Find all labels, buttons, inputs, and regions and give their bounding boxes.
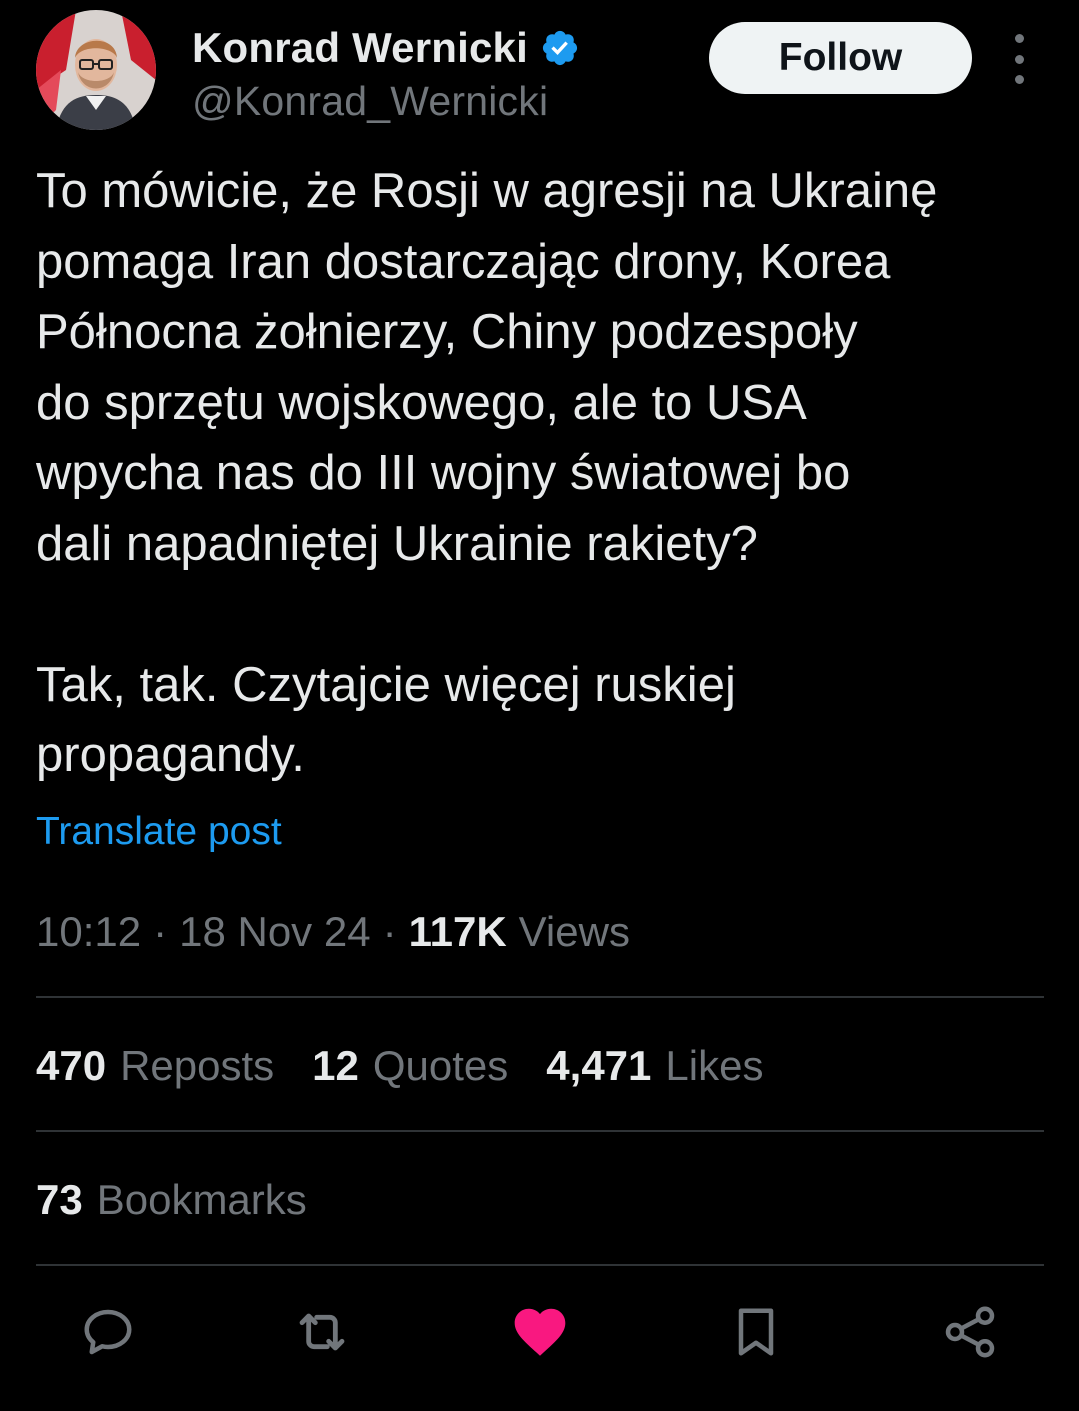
display-name[interactable]: Konrad Wernicki bbox=[192, 24, 528, 72]
reposts-count: 470 bbox=[36, 1042, 107, 1089]
quotes-label: Quotes bbox=[372, 1042, 509, 1089]
reply-icon[interactable] bbox=[76, 1300, 140, 1364]
post-date[interactable]: 18 Nov 24 bbox=[179, 908, 370, 956]
author-names: Konrad Wernicki @Konrad_Wernicki bbox=[192, 22, 580, 125]
translate-post-link[interactable]: Translate post bbox=[36, 810, 282, 854]
likes-stat[interactable]: 4,471 Likes bbox=[546, 1042, 763, 1090]
repost-icon[interactable] bbox=[290, 1300, 354, 1364]
quotes-count: 12 bbox=[312, 1042, 359, 1089]
post-text: To mówicie, że Rosji w agresji na Ukrain… bbox=[36, 164, 938, 782]
meta-separator: · bbox=[153, 908, 168, 955]
follow-button[interactable]: Follow bbox=[709, 22, 972, 94]
verified-badge-icon[interactable] bbox=[540, 28, 580, 68]
avatar[interactable] bbox=[36, 10, 156, 130]
divider bbox=[36, 1264, 1044, 1266]
post-header: Konrad Wernicki @Konrad_Wernicki Follow bbox=[36, 10, 1044, 134]
divider bbox=[36, 1130, 1044, 1132]
divider bbox=[36, 996, 1044, 998]
likes-label: Likes bbox=[665, 1042, 764, 1089]
views-count[interactable]: 117K bbox=[409, 908, 507, 956]
bookmarks-count: 73 bbox=[36, 1176, 83, 1223]
views-label[interactable]: Views bbox=[519, 908, 630, 956]
meta-separator: · bbox=[382, 908, 397, 955]
reposts-label: Reposts bbox=[120, 1042, 275, 1089]
reposts-stat[interactable]: 470 Reposts bbox=[36, 1042, 274, 1090]
like-icon[interactable] bbox=[508, 1300, 572, 1364]
display-name-row: Konrad Wernicki bbox=[192, 22, 580, 74]
post-meta: 10:12 · 18 Nov 24 · 117K Views bbox=[36, 908, 630, 956]
action-bar bbox=[0, 1300, 1079, 1380]
more-vertical-icon[interactable] bbox=[1004, 34, 1034, 84]
share-icon[interactable] bbox=[938, 1300, 1002, 1364]
bookmark-icon[interactable] bbox=[724, 1300, 788, 1364]
post-detail-view: Konrad Wernicki @Konrad_Wernicki Follow … bbox=[0, 0, 1079, 1411]
post-time[interactable]: 10:12 bbox=[36, 908, 141, 956]
bookmarks-stat[interactable]: 73 Bookmarks bbox=[36, 1176, 345, 1224]
bookmarks-label: Bookmarks bbox=[96, 1176, 307, 1223]
quotes-stat[interactable]: 12 Quotes bbox=[312, 1042, 508, 1090]
likes-count: 4,471 bbox=[546, 1042, 652, 1089]
engagement-stats: 470 Reposts 12 Quotes 4,471 Likes bbox=[36, 1042, 801, 1090]
author-handle[interactable]: @Konrad_Wernicki bbox=[192, 78, 580, 125]
